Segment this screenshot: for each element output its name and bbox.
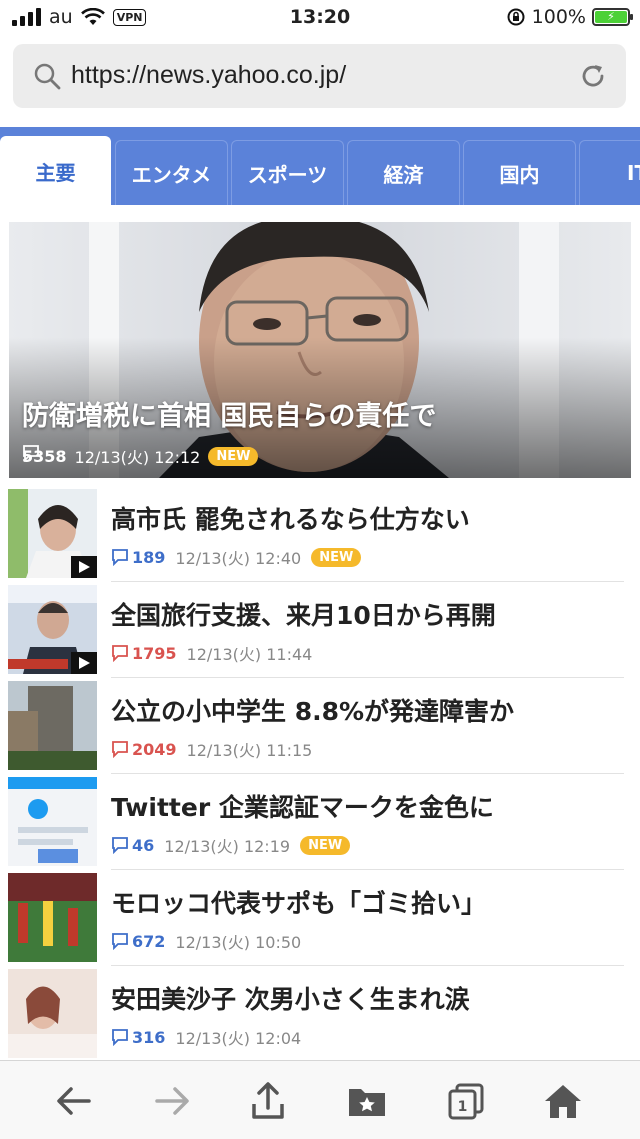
article-title: 全国旅行支援、来月10日から再開 bbox=[111, 601, 496, 630]
article-time: 12/13(火) 12:04 bbox=[175, 1029, 302, 1048]
bookmarks-button[interactable] bbox=[345, 1079, 389, 1123]
tab-economy[interactable]: 経済 bbox=[347, 140, 460, 205]
article-meta: 46 12/13(火) 12:19 NEW bbox=[111, 833, 351, 857]
play-icon bbox=[71, 556, 97, 578]
arrow-left-icon bbox=[57, 1087, 91, 1115]
list-item[interactable]: モロッコ代表サポも「ゴミ拾い」 672 12/13(火) 10:50 bbox=[0, 870, 640, 966]
article-title: 安田美沙子 次男小さく生まれ涙 bbox=[111, 985, 470, 1014]
comment-icon bbox=[112, 645, 128, 662]
url-bar[interactable]: https://news.yahoo.co.jp/ bbox=[13, 44, 626, 108]
status-bar: au VPN 13:20 100% ⚡ bbox=[0, 0, 640, 36]
article-thumbnail bbox=[8, 777, 97, 866]
comment-count: 46 bbox=[111, 836, 154, 855]
list-item[interactable]: 高市氏 罷免されるなら仕方ない 189 12/13(火) 12:40 NEW bbox=[0, 486, 640, 582]
new-badge: NEW bbox=[311, 547, 362, 567]
battery-percent: 100% bbox=[531, 6, 586, 28]
tabs-button[interactable]: 1 bbox=[444, 1079, 488, 1123]
hero-photo bbox=[9, 222, 631, 478]
article-thumbnail bbox=[8, 873, 97, 962]
article-time: 12/13(火) 10:50 bbox=[175, 933, 302, 952]
play-icon bbox=[71, 652, 97, 674]
bookmark-folder-icon bbox=[349, 1089, 385, 1116]
comment-count: 1795 bbox=[111, 644, 177, 663]
list-item[interactable]: Twitter 企業認証マークを金色に 46 12/13(火) 12:19 NE… bbox=[0, 774, 640, 870]
comment-icon bbox=[112, 837, 128, 854]
list-item[interactable]: 安田美沙子 次男小さく生まれ涙 316 12/13(火) 12:04 bbox=[0, 966, 640, 1062]
article-meta: 189 12/13(火) 12:40 NEW bbox=[111, 545, 362, 569]
hero-title: 防衛増税に首相 国民自らの責任で bbox=[22, 401, 437, 432]
article-thumbnail bbox=[8, 969, 97, 1058]
tab-it[interactable]: IT bbox=[579, 140, 640, 205]
tab-entertainment[interactable]: エンタメ bbox=[115, 140, 228, 205]
comment-icon bbox=[112, 741, 128, 758]
forward-button[interactable] bbox=[150, 1079, 194, 1123]
article-title: 公立の小中学生 8.8%が発達障害か bbox=[111, 697, 515, 726]
new-badge: NEW bbox=[208, 446, 259, 466]
tab-sports[interactable]: スポーツ bbox=[231, 140, 344, 205]
tabs-count: 1 bbox=[458, 1099, 468, 1115]
tabs-icon: 1 bbox=[448, 1083, 484, 1120]
article-title: Twitter 企業認証マークを金色に bbox=[111, 793, 494, 822]
share-icon bbox=[252, 1082, 284, 1119]
battery-icon: ⚡ bbox=[592, 8, 633, 26]
arrow-right-icon bbox=[155, 1087, 189, 1115]
hero-article[interactable]: 防衛増税に首相 国民自らの責任で 5358 12/13(火) 12:12 NEW bbox=[9, 222, 631, 478]
home-icon bbox=[545, 1085, 581, 1118]
article-time: 12/13(火) 11:44 bbox=[186, 645, 313, 664]
article-thumbnail bbox=[8, 585, 97, 674]
share-button[interactable] bbox=[246, 1079, 290, 1123]
article-thumbnail bbox=[8, 489, 97, 578]
hero-meta: 5358 12/13(火) 12:12 NEW bbox=[22, 444, 259, 468]
article-meta: 316 12/13(火) 12:04 bbox=[111, 1025, 301, 1049]
list-item[interactable]: 全国旅行支援、来月10日から再開 1795 12/13(火) 11:44 bbox=[0, 582, 640, 678]
url-text[interactable]: https://news.yahoo.co.jp/ bbox=[71, 61, 346, 90]
comment-count: 2049 bbox=[111, 740, 177, 759]
comment-icon bbox=[112, 549, 128, 566]
comment-icon bbox=[112, 1029, 128, 1046]
search-icon bbox=[34, 63, 61, 90]
comment-icon bbox=[112, 933, 128, 950]
home-button[interactable] bbox=[541, 1079, 585, 1123]
comment-count: 316 bbox=[111, 1028, 165, 1047]
hero-time: 12/13(火) 12:12 bbox=[74, 448, 201, 467]
article-title: 高市氏 罷免されるなら仕方ない bbox=[111, 505, 470, 534]
article-thumbnail bbox=[8, 681, 97, 770]
article-meta: 2049 12/13(火) 11:15 bbox=[111, 737, 312, 761]
orientation-lock-icon bbox=[507, 8, 525, 26]
comment-count: 672 bbox=[111, 932, 165, 951]
category-tabs: 主要 エンタメ スポーツ 経済 国内 IT bbox=[0, 127, 640, 205]
comment-icon bbox=[23, 445, 39, 462]
list-item[interactable]: 公立の小中学生 8.8%が発達障害か 2049 12/13(火) 11:15 bbox=[0, 678, 640, 774]
comment-count: 189 bbox=[111, 548, 165, 567]
article-meta: 672 12/13(火) 10:50 bbox=[111, 929, 301, 953]
back-button[interactable] bbox=[52, 1079, 96, 1123]
article-time: 12/13(火) 12:40 bbox=[175, 549, 302, 568]
article-title: モロッコ代表サポも「ゴミ拾い」 bbox=[111, 889, 487, 918]
reload-icon[interactable] bbox=[578, 61, 608, 91]
tab-main[interactable]: 主要 bbox=[0, 136, 111, 205]
tab-domestic[interactable]: 国内 bbox=[463, 140, 576, 205]
browser-toolbar: 1 bbox=[0, 1060, 640, 1139]
new-badge: NEW bbox=[300, 835, 351, 855]
article-time: 12/13(火) 12:19 bbox=[164, 837, 291, 856]
article-meta: 1795 12/13(火) 11:44 bbox=[111, 641, 312, 665]
article-time: 12/13(火) 11:15 bbox=[186, 741, 313, 760]
